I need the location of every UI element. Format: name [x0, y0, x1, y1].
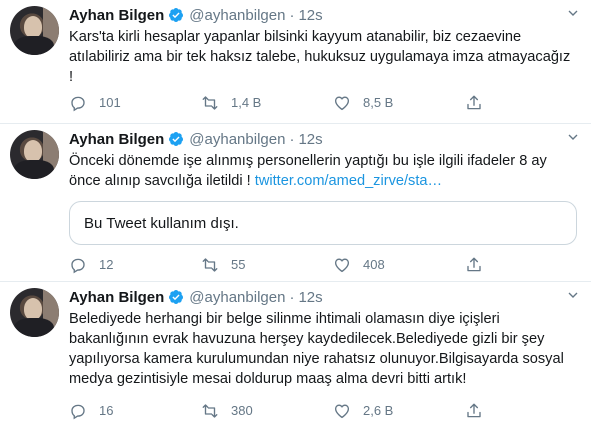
author-handle[interactable]: @ayhanbilgen: [189, 7, 285, 24]
like-icon: [333, 402, 351, 420]
reply-count: 12: [99, 257, 114, 272]
avatar[interactable]: [10, 130, 59, 179]
share-icon: [465, 256, 483, 274]
like-icon: [333, 94, 351, 112]
tweet-header: Ayhan Bilgen @ayhanbilgen · 12s: [69, 287, 581, 307]
reply-count: 101: [99, 95, 121, 110]
share-icon: [465, 94, 483, 112]
separator-dot: ·: [289, 6, 295, 24]
avatar[interactable]: [10, 6, 59, 55]
retweet-count: 1,4 B: [231, 95, 262, 110]
author-name[interactable]: Ayhan Bilgen: [69, 131, 164, 148]
tweet-text: Kars'ta kirli hesaplar yapanlar bilsinki…: [69, 29, 571, 85]
retweet-button[interactable]: 55: [201, 256, 333, 274]
tweet-header: Ayhan Bilgen @ayhanbilgen · 12s: [69, 129, 581, 149]
like-count: 408: [363, 257, 385, 272]
verified-badge-icon: [168, 7, 184, 23]
chevron-down-icon[interactable]: [565, 5, 581, 21]
tweet-actions: 16 380 2,6 B: [69, 401, 483, 421]
author-name[interactable]: Ayhan Bilgen: [69, 289, 164, 306]
quoted-tweet-unavailable[interactable]: Bu Tweet kullanım dışı.: [69, 201, 577, 245]
verified-badge-icon: [168, 131, 184, 147]
tweet-timestamp[interactable]: 12s: [298, 289, 322, 306]
retweet-count: 380: [231, 403, 253, 418]
avatar[interactable]: [10, 288, 59, 337]
tweet-header: Ayhan Bilgen @ayhanbilgen · 12s: [69, 5, 581, 25]
author-name[interactable]: Ayhan Bilgen: [69, 7, 164, 24]
tweet[interactable]: Ayhan Bilgen @ayhanbilgen · 12s Kars'ta …: [0, 0, 591, 124]
share-button[interactable]: [465, 94, 483, 112]
reply-button[interactable]: 16: [69, 402, 201, 420]
reply-icon: [69, 256, 87, 274]
like-icon: [333, 256, 351, 274]
separator-dot: ·: [289, 288, 295, 306]
like-button[interactable]: 408: [333, 256, 465, 274]
reply-button[interactable]: 101: [69, 94, 201, 112]
reply-count: 16: [99, 403, 114, 418]
retweet-count: 55: [231, 257, 246, 272]
share-button[interactable]: [465, 256, 483, 274]
tweet-text: Önceki dönemde işe alınmış personellerin…: [69, 151, 581, 191]
separator-dot: ·: [289, 130, 295, 148]
chevron-down-icon[interactable]: [565, 129, 581, 145]
retweet-button[interactable]: 1,4 B: [201, 94, 333, 112]
reply-icon: [69, 94, 87, 112]
share-icon: [465, 402, 483, 420]
author-handle[interactable]: @ayhanbilgen: [189, 289, 285, 306]
chevron-down-icon[interactable]: [565, 287, 581, 303]
tweet-actions: 12 55 408: [69, 255, 483, 275]
retweet-button[interactable]: 380: [201, 402, 333, 420]
share-button[interactable]: [465, 402, 483, 420]
tweet-feed: Ayhan Bilgen @ayhanbilgen · 12s Kars'ta …: [0, 0, 591, 421]
tweet-link[interactable]: twitter.com/amed_zirve/sta…: [255, 173, 442, 189]
tweet-timestamp[interactable]: 12s: [298, 131, 322, 148]
like-count: 8,5 B: [363, 95, 394, 110]
like-button[interactable]: 8,5 B: [333, 94, 465, 112]
tweet[interactable]: Ayhan Bilgen @ayhanbilgen · 12s Belediye…: [0, 282, 591, 421]
reply-button[interactable]: 12: [69, 256, 201, 274]
tweet-timestamp[interactable]: 12s: [298, 7, 322, 24]
reply-icon: [69, 402, 87, 420]
like-count: 2,6 B: [363, 403, 394, 418]
like-button[interactable]: 2,6 B: [333, 402, 465, 420]
retweet-icon: [201, 94, 219, 112]
verified-badge-icon: [168, 289, 184, 305]
tweet-text: Belediyede herhangi bir belge silinme ih…: [69, 311, 564, 387]
tweet[interactable]: Ayhan Bilgen @ayhanbilgen · 12s Önceki d…: [0, 124, 591, 282]
retweet-icon: [201, 402, 219, 420]
tweet-actions: 101 1,4 B 8,5 B: [69, 93, 483, 113]
retweet-icon: [201, 256, 219, 274]
author-handle[interactable]: @ayhanbilgen: [189, 131, 285, 148]
